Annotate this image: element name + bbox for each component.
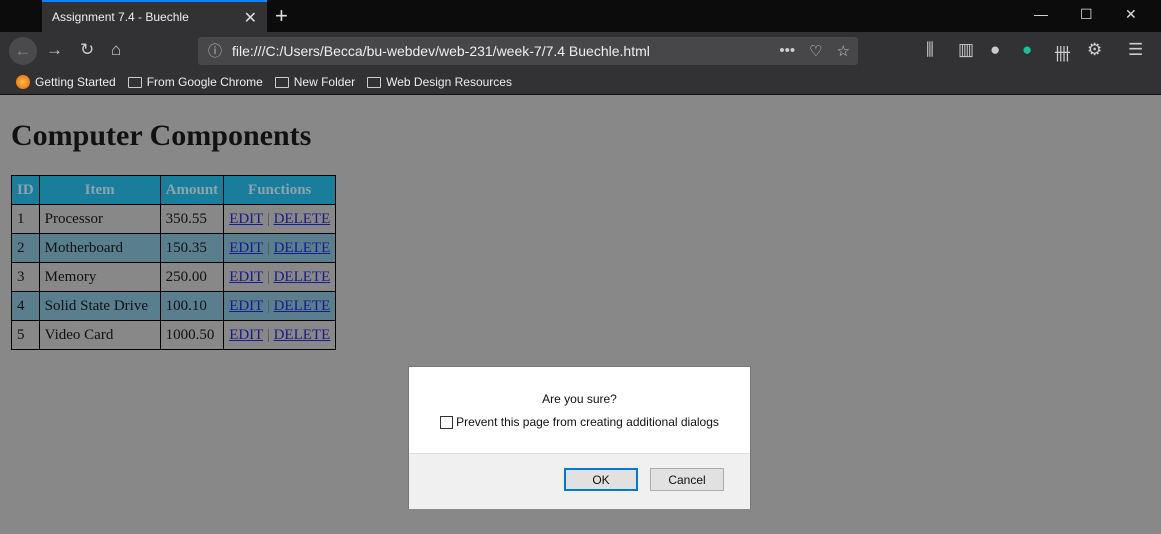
edit-link[interactable]: EDIT [229,211,263,227]
separator: | [266,210,270,227]
delete-link[interactable]: DELETE [274,240,331,256]
minimize-icon[interactable]: — [1034,6,1048,22]
nav-bar: ← → ↻ ⌂ ⓘ file:///C:/Users/Becca/bu-webd… [0,32,1161,70]
bookmark-new-folder[interactable]: New Folder [274,75,356,89]
header-item: Item [38,175,161,205]
cell-item: Processor [38,204,161,234]
tab-active[interactable]: Assignment 7.4 - Buechle ✕ [42,0,267,32]
delete-link[interactable]: DELETE [274,211,331,227]
bookmark-label: Getting Started [35,75,116,89]
separator: | [266,268,270,285]
edit-link[interactable]: EDIT [229,327,263,343]
forward-icon[interactable]: → [46,40,63,60]
checkbox-box[interactable] [440,415,454,429]
new-tab-icon[interactable]: + [275,3,288,29]
confirm-dialog: Are you sure? Prevent this page from cre… [408,366,751,509]
bookmark-label: New Folder [293,75,356,89]
table-row: 4 Solid State Drive 100.10 EDIT | DELETE [11,291,337,321]
cell-id: 3 [11,262,40,292]
delete-link[interactable]: DELETE [274,327,331,343]
ok-button[interactable]: OK [564,468,638,491]
extension-icon[interactable]: 卌 [1054,40,1071,65]
info-icon[interactable]: ⓘ [208,41,222,61]
reload-icon[interactable]: ↻ [80,40,94,60]
folder-icon [274,76,289,88]
star-icon[interactable]: ☆ [837,42,850,60]
edit-link[interactable]: EDIT [229,269,263,285]
bookmark-label: Web Design Resources [386,75,512,89]
cell-functions: EDIT | DELETE [223,204,337,234]
cell-id: 1 [11,204,40,234]
header-functions: Functions [223,175,337,205]
table-row: 2 Motherboard 150.35 EDIT | DELETE [11,233,337,263]
gear-icon[interactable]: ⚙ [1087,40,1102,60]
tab-title: Assignment 7.4 - Buechle [52,10,189,24]
home-icon[interactable]: ⌂ [111,40,121,60]
menu-icon[interactable]: ☰ [1128,40,1143,60]
bookmark-from-google-chrome[interactable]: From Google Chrome [127,75,263,89]
bookmark-web-design-resources[interactable]: Web Design Resources [367,75,512,89]
dialog-message: Are you sure? [542,392,617,406]
separator: | [266,326,270,343]
back-icon[interactable]: ← [9,37,37,65]
url-bar[interactable]: ⓘ file:///C:/Users/Becca/bu-webdev/web-2… [198,37,858,65]
cell-amount: 150.35 [159,233,225,263]
table-row: 3 Memory 250.00 EDIT | DELETE [11,262,337,292]
cell-item: Solid State Drive [38,291,161,321]
page-title: Computer Components [11,119,312,152]
cell-functions: EDIT | DELETE [223,233,337,263]
table-row: 1 Processor 350.55 EDIT | DELETE [11,204,337,234]
page-content: Computer Components ID Item Amount Funct… [0,95,1161,360]
cell-functions: EDIT | DELETE [223,262,337,292]
edit-link[interactable]: EDIT [229,240,263,256]
components-table: ID Item Amount Functions 1 Processor 350… [11,175,337,350]
edit-link[interactable]: EDIT [229,298,263,314]
maximize-icon[interactable]: ☐ [1080,6,1093,23]
cell-amount: 350.55 [159,204,225,234]
cell-id: 2 [11,233,40,263]
bookmark-label: From Google Chrome [146,75,263,89]
cell-functions: EDIT | DELETE [223,291,337,321]
pocket-icon[interactable]: ♡ [809,42,822,60]
bookmark-getting-started[interactable]: Getting Started [16,75,116,89]
folder-icon [127,76,142,88]
close-tab-icon[interactable]: ✕ [244,8,257,28]
close-window-icon[interactable]: ✕ [1125,6,1137,23]
cell-id: 5 [11,320,40,350]
table-row: 5 Video Card 1000.50 EDIT | DELETE [11,320,337,350]
cell-item: Memory [38,262,161,292]
cell-amount: 1000.50 [159,320,225,350]
cell-amount: 250.00 [159,262,225,292]
firefox-icon [16,75,30,89]
more-icon[interactable]: ••• [779,42,795,60]
bookmarks-bar: Getting Started From Google Chrome New F… [0,70,1161,95]
cell-functions: EDIT | DELETE [223,320,337,350]
header-amount: Amount [159,175,225,205]
library-icon[interactable]: ⫼ [926,40,934,60]
checkbox-label: Prevent this page from creating addition… [456,415,719,429]
account-icon[interactable]: ● [990,40,1000,60]
url-text: file:///C:/Users/Becca/bu-webdev/web-231… [232,43,650,59]
folder-icon [367,76,382,88]
sidebar-icon[interactable]: ▥ [958,40,974,60]
cell-item: Video Card [38,320,161,350]
delete-link[interactable]: DELETE [274,269,331,285]
cell-item: Motherboard [38,233,161,263]
delete-link[interactable]: DELETE [274,298,331,314]
separator: | [266,239,270,256]
prevent-dialogs-checkbox[interactable]: Prevent this page from creating addition… [409,415,750,429]
cell-amount: 100.10 [159,291,225,321]
grammarly-icon[interactable]: ● [1022,40,1032,60]
cancel-button[interactable]: Cancel [650,468,724,491]
separator: | [266,297,270,314]
title-bar: Assignment 7.4 - Buechle ✕ + — ☐ ✕ [0,0,1161,32]
cell-id: 4 [11,291,40,321]
header-id: ID [11,175,40,205]
